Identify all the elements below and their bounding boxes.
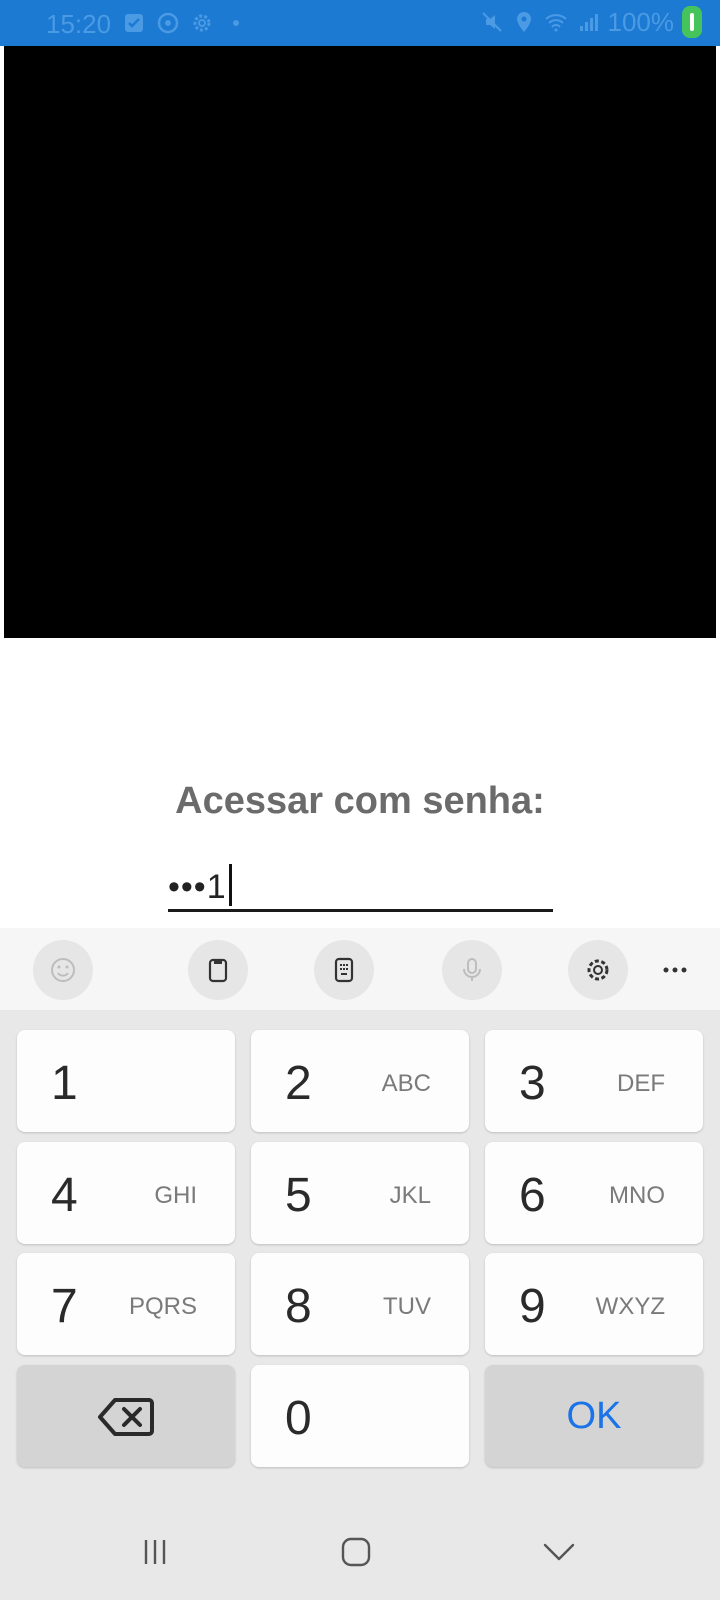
key-digit: 0 (285, 1392, 312, 1445)
key-letters: PQRS (128, 1293, 197, 1320)
status-time: 15:20 (46, 9, 112, 39)
keyboard-toolbar (0, 928, 720, 1010)
key-6[interactable]: 6 MNO (485, 1142, 703, 1244)
home-icon (341, 1537, 371, 1567)
mute-icon (481, 12, 502, 32)
keypad-mode-button[interactable] (314, 940, 374, 1000)
password-value: •••1 (168, 868, 227, 906)
key-0[interactable]: 0 (251, 1365, 469, 1467)
keyboard-settings-button[interactable] (568, 940, 628, 1000)
status-bar: 15:20 100% (0, 0, 720, 46)
key-digit: 3 (519, 1057, 546, 1110)
key-1[interactable]: 1 (17, 1030, 235, 1132)
key-letters: GHI (154, 1182, 197, 1209)
battery-icon (682, 6, 702, 38)
navigation-bar (0, 1510, 720, 1600)
key-2[interactable]: 2 ABC (251, 1030, 469, 1132)
key-digit: 6 (519, 1169, 546, 1222)
back-button[interactable] (534, 1532, 584, 1572)
sync-icon (157, 12, 179, 34)
login-title: Acessar com senha: (175, 780, 545, 822)
key-letters: TUV (383, 1293, 431, 1320)
more-icon (663, 967, 687, 973)
backspace-key[interactable] (17, 1365, 235, 1467)
key-7[interactable]: 7 PQRS (17, 1253, 235, 1355)
location-icon (516, 12, 531, 32)
settings-icon (587, 959, 609, 981)
key-4[interactable]: 4 GHI (17, 1142, 235, 1244)
camera-preview (4, 46, 716, 638)
clipboard-button[interactable] (188, 940, 248, 1000)
key-digit: 4 (51, 1169, 78, 1222)
recents-icon (144, 1540, 166, 1564)
check-box-icon (125, 14, 143, 32)
keypad-icon (334, 957, 354, 983)
key-digit: 2 (285, 1057, 312, 1110)
key-digit: 9 (519, 1280, 546, 1333)
key-digit: 5 (285, 1169, 312, 1222)
emoji-button[interactable] (33, 940, 93, 1000)
key-letters: DEF (617, 1070, 665, 1097)
wifi-icon (544, 14, 567, 32)
text-cursor (228, 864, 232, 906)
back-icon (543, 1543, 575, 1561)
backspace-icon (98, 1398, 154, 1436)
battery-percentage: 100% (607, 6, 675, 37)
status-icons-right: 100% (480, 6, 702, 38)
emoji-icon (51, 958, 75, 982)
dot-icon (233, 20, 239, 26)
key-letters: ABC (381, 1070, 431, 1097)
password-input[interactable]: •••1 (168, 860, 553, 912)
key-letters: MNO (609, 1182, 665, 1209)
signal-icon (579, 14, 598, 31)
key-3[interactable]: 3 DEF (485, 1030, 703, 1132)
more-options-button[interactable] (645, 940, 705, 1000)
key-8[interactable]: 8 TUV (251, 1253, 469, 1355)
key-digit: 8 (285, 1280, 312, 1333)
key-digit: 1 (51, 1057, 78, 1110)
home-button[interactable] (331, 1532, 381, 1572)
settings-icon (193, 14, 211, 32)
key-letters: JKL (389, 1182, 431, 1209)
clipboard-icon (208, 958, 228, 983)
voice-input-button[interactable] (442, 940, 502, 1000)
key-9[interactable]: 9 WXYZ (485, 1253, 703, 1355)
status-icons-left (122, 11, 248, 35)
key-digit: 7 (51, 1280, 78, 1333)
key-5[interactable]: 5 JKL (251, 1142, 469, 1244)
microphone-icon (463, 958, 481, 981)
key-letters: WXYZ (595, 1293, 665, 1320)
ok-key[interactable]: OK (485, 1365, 703, 1467)
ok-label: OK (566, 1395, 622, 1437)
recents-button[interactable] (130, 1532, 180, 1572)
